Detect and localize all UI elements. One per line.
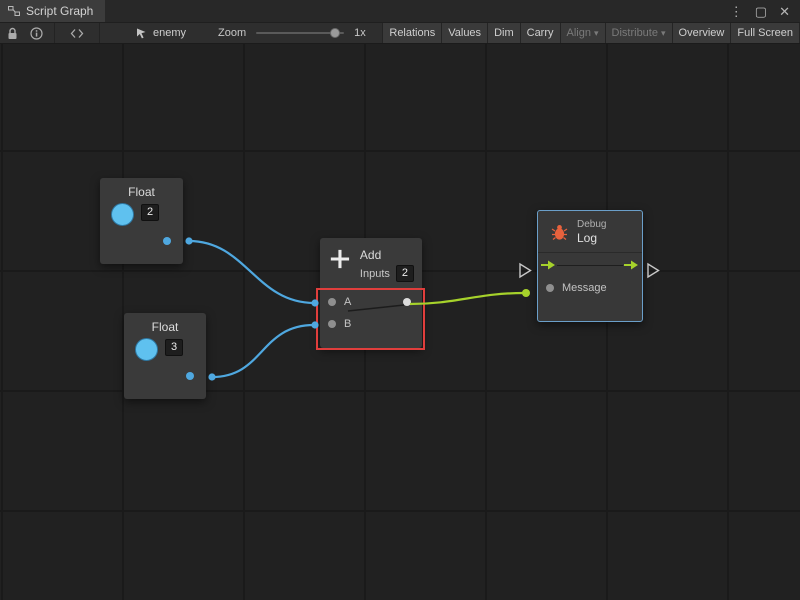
node-title: Float	[100, 178, 183, 199]
inputs-label: Inputs	[360, 268, 390, 280]
graph-toolbar: enemy Zoom 1x Relations Values Dim Carry…	[0, 22, 800, 44]
toolbar-separator	[99, 23, 100, 43]
port-row-a: A	[320, 291, 422, 313]
toolbar-button-group: Relations Values Dim Carry Align ▾ Distr…	[382, 23, 800, 43]
graph-name-group[interactable]: enemy	[136, 27, 186, 39]
inputs-count-field[interactable]: 2	[396, 265, 414, 282]
wire-float2-to-b[interactable]	[212, 325, 314, 377]
wire-float1-to-a[interactable]	[189, 241, 314, 303]
float-literal-widget[interactable]	[135, 338, 158, 361]
wire-endpoint[interactable]	[522, 289, 530, 297]
dim-button[interactable]: Dim	[488, 23, 521, 43]
float-node-1[interactable]: Float 2	[100, 178, 183, 264]
node-title: Log	[577, 231, 606, 245]
message-input-port[interactable]	[546, 284, 554, 292]
distribute-button[interactable]: Distribute ▾	[606, 23, 673, 43]
zoom-value: 1x	[354, 27, 366, 39]
chevron-down-icon: ▾	[661, 29, 666, 38]
flow-output-arrow-icon[interactable]	[624, 260, 639, 270]
tab-label: Script Graph	[26, 4, 93, 18]
overview-button[interactable]: Overview	[673, 23, 732, 43]
wire-add-to-message[interactable]	[410, 293, 524, 304]
float-node-2[interactable]: Float 3	[124, 313, 206, 399]
float-literal-widget[interactable]	[111, 203, 134, 226]
node-title: Add	[360, 247, 414, 262]
script-graph-icon	[8, 5, 20, 17]
info-icon	[30, 27, 43, 40]
flow-in-triangle-icon[interactable]	[520, 264, 531, 277]
port-row-b: B	[320, 313, 422, 335]
add-node[interactable]: Add Inputs 2 A B	[320, 238, 422, 348]
title-bar: Script Graph ⋮ ▢ ✕	[0, 0, 800, 22]
lock-button[interactable]	[0, 23, 24, 43]
float-value-field[interactable]: 2	[141, 204, 159, 221]
node-category: Debug	[577, 219, 606, 230]
wire-endpoint[interactable]	[311, 299, 318, 306]
float-value-field[interactable]: 3	[165, 339, 183, 356]
bug-icon	[551, 224, 568, 241]
toolbar-separator	[54, 23, 55, 43]
message-port-row: Message	[538, 277, 642, 299]
graph-name-label: enemy	[153, 27, 186, 39]
relation-line	[557, 265, 623, 266]
control-flow-row	[538, 253, 642, 277]
chevron-down-icon: ▾	[594, 29, 599, 38]
graph-canvas[interactable]: Float 2 Float 3 Add Inputs 2	[0, 44, 800, 600]
relations-button[interactable]: Relations	[383, 23, 442, 43]
input-port-b[interactable]	[328, 320, 336, 328]
zoom-control: Zoom 1x	[218, 27, 366, 39]
code-icon	[70, 28, 84, 39]
tab-script-graph[interactable]: Script Graph	[0, 0, 105, 22]
info-button[interactable]	[24, 23, 48, 43]
align-button[interactable]: Align ▾	[561, 23, 606, 43]
carry-button[interactable]: Carry	[521, 23, 561, 43]
plus-icon	[329, 247, 351, 271]
zoom-slider-knob[interactable]	[330, 28, 340, 38]
flow-out-triangle-icon[interactable]	[648, 264, 659, 277]
zoom-label: Zoom	[218, 27, 246, 39]
port-label: B	[344, 318, 351, 330]
close-icon[interactable]: ✕	[779, 5, 790, 18]
float-output-port[interactable]	[186, 372, 194, 380]
flow-input-arrow-icon[interactable]	[541, 260, 556, 270]
node-title: Float	[124, 313, 206, 334]
zoom-slider[interactable]	[256, 32, 344, 34]
wire-endpoint[interactable]	[311, 321, 318, 328]
lock-icon	[7, 27, 18, 40]
debug-log-node[interactable]: Debug Log Message	[537, 210, 643, 322]
sum-output-port[interactable]	[403, 298, 411, 306]
port-label: A	[344, 296, 351, 308]
port-label: Message	[562, 282, 607, 294]
wire-endpoint[interactable]	[185, 237, 192, 244]
values-button[interactable]: Values	[442, 23, 488, 43]
full-screen-button[interactable]: Full Screen	[731, 23, 800, 43]
input-port-a[interactable]	[328, 298, 336, 306]
float-output-port[interactable]	[163, 237, 171, 245]
maximize-icon[interactable]: ▢	[755, 5, 767, 18]
wire-endpoint[interactable]	[208, 373, 215, 380]
code-view-button[interactable]	[65, 23, 89, 43]
kebab-menu-icon[interactable]: ⋮	[730, 5, 743, 18]
pointer-icon	[136, 28, 147, 39]
